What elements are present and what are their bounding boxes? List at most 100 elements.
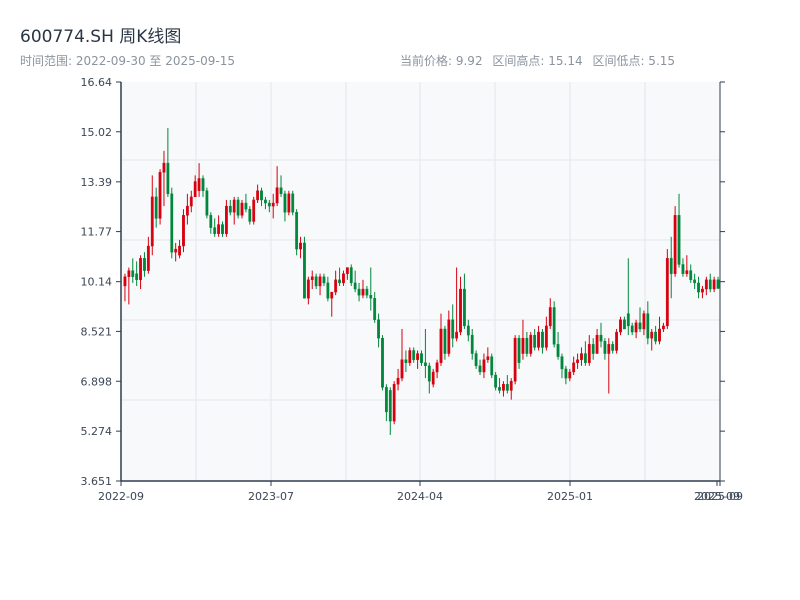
candle-down [564, 368, 568, 379]
candle-down [623, 319, 626, 330]
candle-down [170, 193, 174, 253]
candle-up [232, 199, 236, 213]
candle-up [189, 196, 193, 207]
candle-down [603, 341, 607, 354]
candle-down [338, 279, 341, 284]
candle-down [505, 384, 509, 391]
candle-down [517, 337, 521, 363]
candle-down [373, 298, 377, 320]
candle-down [353, 282, 357, 290]
candle-down [494, 374, 498, 388]
candle-up [299, 242, 302, 250]
candle-down [377, 319, 380, 339]
candle-down [463, 288, 466, 327]
candle-up [568, 371, 572, 379]
candle-down [264, 199, 267, 204]
candle-up [361, 288, 365, 296]
candle-down [697, 282, 700, 293]
candle-up [662, 325, 665, 330]
candle-down [474, 353, 478, 367]
candle-down [689, 270, 693, 281]
candle-up [197, 178, 201, 191]
candle-down [248, 208, 252, 222]
candle-down [369, 294, 373, 299]
candle-down [560, 356, 564, 370]
candle-up [400, 359, 404, 379]
candle-down [213, 227, 217, 234]
candle-down [131, 270, 135, 277]
candle-up [459, 288, 462, 333]
candle-up [439, 328, 443, 363]
candle-up [193, 181, 197, 198]
x-tick-label: 2025-09 [697, 490, 743, 503]
candle-down [260, 190, 263, 201]
candle-up [482, 359, 486, 373]
candle-up [127, 270, 131, 277]
candle-up [619, 319, 622, 333]
candle-up [634, 322, 638, 333]
candle-down [295, 212, 299, 250]
candle-down [420, 353, 423, 363]
candle-down [236, 199, 240, 216]
candle-up [217, 224, 220, 234]
candle-down [533, 334, 537, 348]
x-tick-label: 2023-07 [248, 490, 294, 503]
candle-down [314, 276, 318, 287]
candle-up [150, 196, 154, 247]
candle-down [303, 242, 306, 299]
candle-down [708, 279, 712, 290]
candle-down [209, 215, 213, 228]
candle-up [330, 291, 334, 299]
candle-down [228, 205, 232, 213]
candle-up [595, 334, 599, 354]
candle-down [693, 279, 697, 284]
x-tick-label: 2024-04 [397, 490, 443, 503]
candle-up [146, 245, 150, 271]
candle-down [357, 288, 361, 296]
candle-up [712, 279, 716, 290]
candlestick-chart: 16.64 15.02 13.39 11.77 10.14 8.521 6.898 5.274… [81, 76, 743, 503]
candle-up [275, 187, 279, 204]
candle-down [451, 319, 455, 339]
candle-down [388, 390, 392, 422]
y-tick-label: 15.02 [81, 126, 113, 139]
candle-down [349, 267, 353, 284]
candle-up [174, 248, 178, 253]
candle-up [665, 258, 669, 327]
candle-up [455, 331, 459, 339]
candle-down [384, 387, 388, 413]
candle-up [182, 215, 185, 247]
candle-up [509, 380, 513, 391]
candle-up [580, 353, 583, 360]
candle-up [345, 267, 349, 274]
candle-up [576, 359, 579, 363]
y-tick-label: 8.521 [81, 325, 113, 338]
candle-up [544, 325, 548, 348]
candle-down [205, 190, 209, 216]
candle-up [607, 344, 611, 354]
candle-down [591, 344, 595, 354]
candle-down [326, 282, 330, 299]
candle-up [342, 273, 345, 284]
candle-down [638, 322, 642, 330]
candle-up [306, 279, 310, 299]
candle-up [431, 371, 435, 385]
candle-down [466, 325, 470, 336]
candle-down [135, 273, 139, 281]
candle-up [704, 279, 708, 290]
candle-down [525, 337, 529, 354]
candle-down [552, 307, 556, 345]
candle-down [154, 196, 158, 219]
candle-up [521, 337, 525, 354]
candle-up [139, 258, 142, 281]
candle-up [658, 328, 661, 342]
candle-up [334, 279, 338, 293]
candle-up [529, 334, 533, 354]
y-tick-label: 13.39 [81, 176, 113, 189]
candle-down [611, 344, 615, 351]
candle-down [322, 276, 326, 284]
candle-up [685, 270, 689, 274]
candle-down [267, 202, 271, 207]
candle-up [572, 362, 576, 373]
candle-up [185, 205, 189, 216]
